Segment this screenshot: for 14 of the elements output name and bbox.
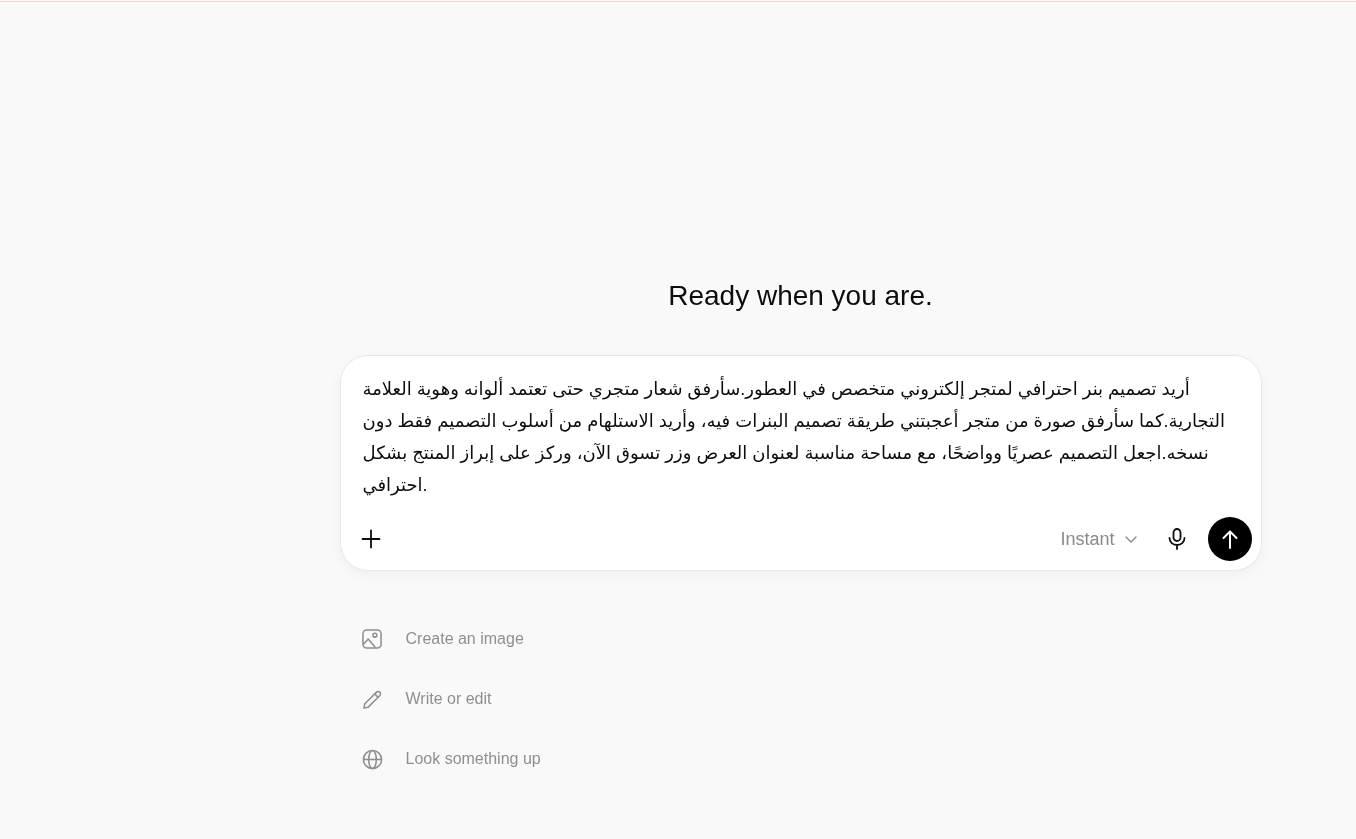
image-icon (361, 628, 383, 650)
caret-icon (1124, 535, 1137, 543)
pencil-icon (361, 688, 383, 710)
model-selector[interactable]: Instant (1052, 519, 1145, 559)
arrow-up-icon (1221, 529, 1238, 549)
send-button[interactable] (1207, 517, 1252, 561)
suggestion-item[interactable]: Look something up (339, 729, 1262, 789)
globe-icon (361, 748, 383, 770)
suggestion-item[interactable]: Write or edit (339, 669, 1262, 729)
heading: Ready when you are. (668, 279, 933, 313)
suggestion-item[interactable]: Create an image (339, 609, 1262, 669)
microphone-icon (1167, 528, 1186, 550)
plus-icon (360, 529, 381, 549)
prompt-input[interactable]: أريد تصميم بنر احترافي لمتجر إلكتروني متخصص في العطور.سأرفق شعار متجري حتى تعتمد ألوانه وهوية العلامة التجارية.كما سأرفق صورة من متجر أعجبتني طريقة تصميم البنرات فيه، وأريد الاستلهام من أسلوب التصميم فقط دون نسخه.اجعل التصميم عصريًا وواضحًا، مع مساحة مناسبة لعنوان العرض وزر تسوق الآن، وركز على إبراز المنتج بشكل احترافي. (350, 373, 1252, 501)
